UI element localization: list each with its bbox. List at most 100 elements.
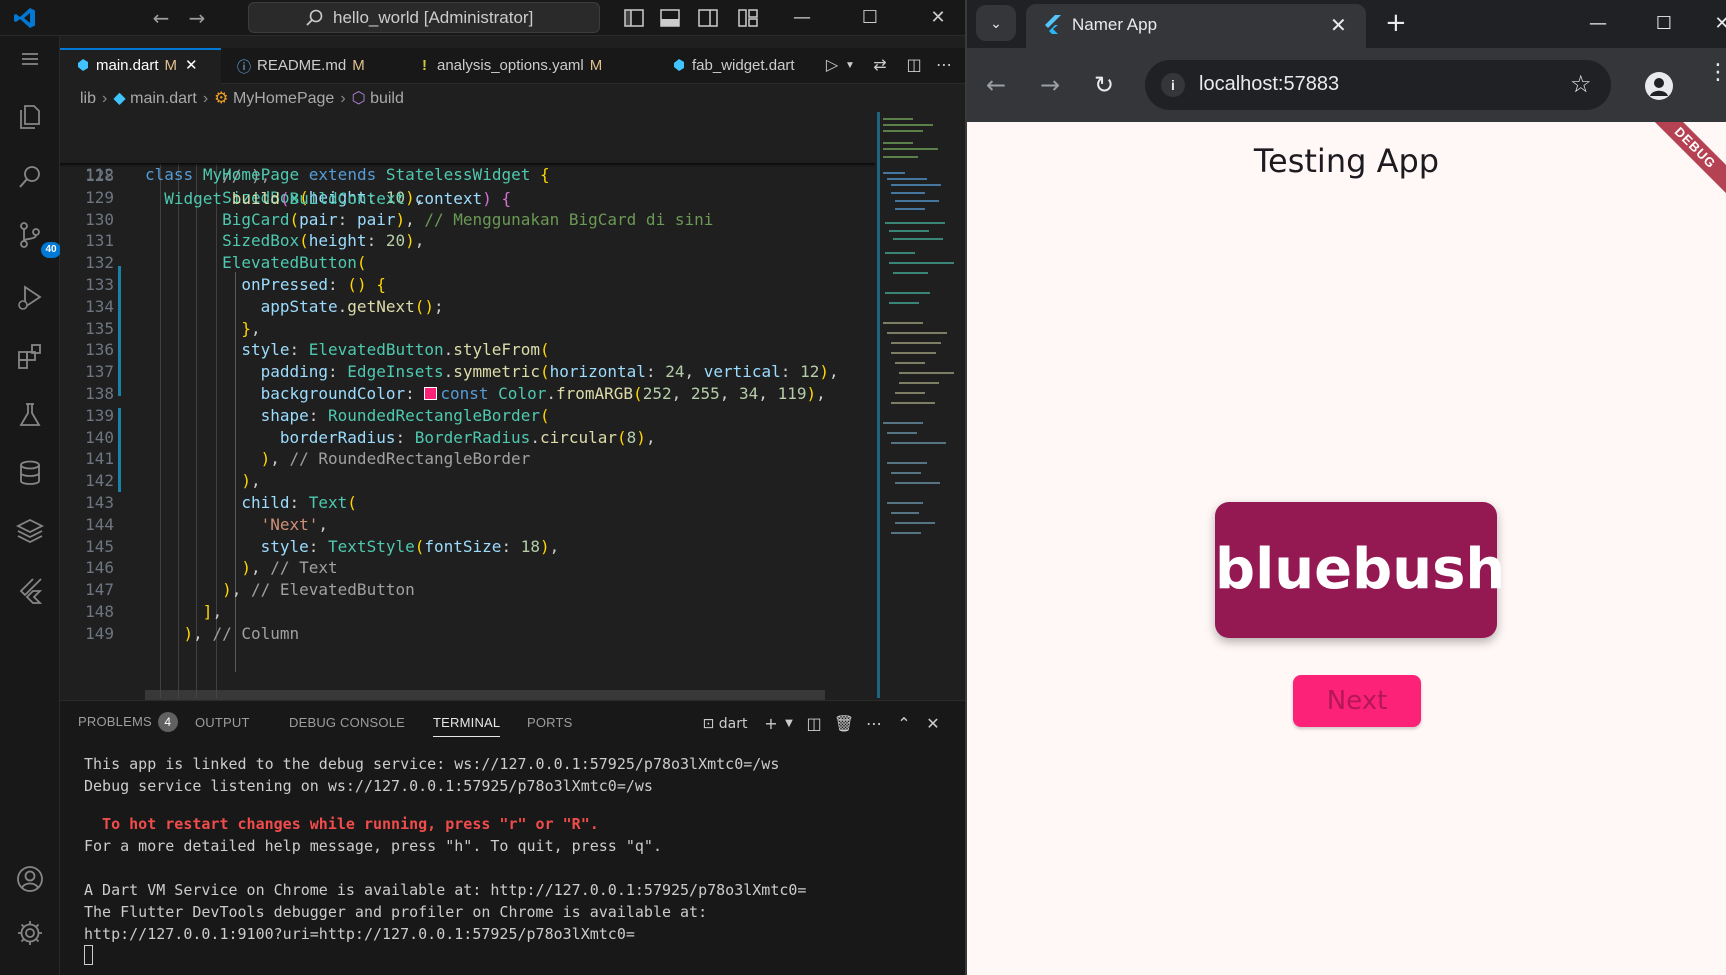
split-editor-icon[interactable]: ◫ (904, 56, 924, 76)
code-line[interactable]: 136 style: ElevatedButton.styleFrom( (60, 338, 875, 362)
chevron-down-icon[interactable]: ▼ (778, 713, 800, 735)
code-text: style: ElevatedButton.styleFrom( (241, 340, 550, 360)
yaml-file-icon: ! (422, 57, 427, 74)
code-line[interactable]: 137 padding: EdgeInsets.symmetric(horizo… (60, 360, 875, 384)
trash-icon[interactable]: 🗑 (833, 713, 855, 735)
panel-tab-debug-console[interactable]: DEBUG CONSOLE (289, 715, 405, 730)
database-icon[interactable] (13, 456, 47, 490)
sticky-line[interactable]: 110 class MyHomePage extends StatelessWi… (60, 115, 875, 184)
tab-close-icon[interactable]: ✕ (1330, 13, 1347, 37)
code-line[interactable]: 146 ), // Text (60, 556, 875, 580)
tab-readme[interactable]: ⓘ README.md M (221, 48, 406, 84)
back-arrow-icon[interactable]: ← (980, 69, 1012, 101)
more-actions-icon[interactable]: ⋯ (863, 713, 885, 735)
tab-main-dart[interactable]: main.dart M ✕ (60, 48, 221, 84)
tab-search-chevron-icon[interactable]: ⌄ (976, 5, 1016, 41)
color-swatch-icon[interactable] (424, 387, 438, 400)
chevron-down-icon[interactable]: ▼ (840, 56, 860, 76)
code-line[interactable]: 142 ), (60, 469, 875, 493)
next-button[interactable]: Next (1293, 675, 1421, 727)
dart-file-icon (78, 59, 88, 71)
toggle-panel-icon[interactable] (659, 7, 681, 29)
tab-analysis-options[interactable]: ! analysis_options.yaml M (406, 48, 642, 84)
breadcrumb-folder[interactable]: lib (80, 90, 96, 107)
tab-close-icon[interactable]: ✕ (185, 57, 198, 74)
profile-avatar-icon[interactable] (1645, 72, 1673, 100)
bookmark-star-icon[interactable]: ☆ (1570, 70, 1592, 98)
code-line[interactable]: 134 appState.getNext(); (60, 295, 875, 319)
code-line[interactable]: 131 SizedBox(height: 20), (60, 229, 875, 253)
code-line[interactable]: 132 ElevatedButton( (60, 251, 875, 275)
more-actions-icon[interactable]: ⋯ (934, 56, 954, 76)
info-icon: ⓘ (237, 60, 251, 76)
maximize-panel-icon[interactable]: ⌃ (893, 713, 915, 735)
code-text: borderRadius: BorderRadius.circular(8), (279, 427, 656, 447)
forward-arrow-icon[interactable]: → (184, 6, 210, 30)
tab-fab-widget[interactable]: fab_widget.dart (656, 48, 826, 84)
run-debug-dropdown-icon[interactable]: ▷ (822, 56, 842, 76)
panel-tab-ports[interactable]: PORTS (527, 715, 573, 730)
code-line[interactable]: 147 ), // ElevatedButton (60, 578, 875, 602)
close-panel-icon[interactable]: ✕ (922, 713, 944, 735)
browser-tab[interactable]: Namer App ✕ (1026, 4, 1366, 48)
panel-tab-label: DEBUG CONSOLE (289, 715, 406, 730)
search-icon[interactable] (13, 160, 47, 194)
code-editor[interactable]: 128 // ),129 SizedBox(height: 10),130 Bi… (60, 112, 875, 698)
code-line[interactable]: 133 onPressed: () { (60, 273, 875, 297)
code-line[interactable]: 149 ), // Column (60, 622, 875, 646)
settings-gear-icon[interactable] (13, 916, 47, 950)
accounts-icon[interactable] (13, 862, 47, 896)
command-center[interactable]: hello_world [Administrator] (248, 2, 600, 33)
source-control-icon[interactable]: 40 (13, 218, 61, 258)
new-tab-plus-icon[interactable]: + (1385, 8, 1407, 38)
code-line[interactable]: 143 child: Text( (60, 491, 875, 515)
split-terminal-icon[interactable]: ◫ (803, 713, 825, 735)
chrome-menu-icon[interactable]: ⋮ (1707, 62, 1726, 84)
minimize-icon[interactable]: — (779, 0, 825, 36)
minimize-icon[interactable]: — (1574, 6, 1622, 42)
code-line[interactable]: 140 borderRadius: BorderRadius.circular(… (60, 426, 875, 450)
address-url: localhost:57883 (1199, 73, 1340, 95)
forward-arrow-icon[interactable]: → (1034, 69, 1066, 101)
site-info-icon[interactable]: i (1161, 73, 1185, 97)
minimap[interactable] (875, 112, 965, 698)
code-line[interactable]: 141 ), // RoundedRectangleBorder (60, 447, 875, 471)
toggle-primary-sidebar-icon[interactable] (623, 7, 645, 29)
maximize-icon[interactable]: ☐ (1640, 6, 1688, 42)
layers-icon[interactable] (13, 514, 47, 548)
code-text: }, (241, 318, 261, 338)
menu-icon[interactable] (13, 42, 47, 76)
code-line[interactable]: 135 }, (60, 317, 875, 341)
close-icon[interactable]: ✕ (915, 0, 961, 36)
maximize-icon[interactable]: ☐ (847, 0, 893, 36)
close-icon[interactable]: ✕ (1698, 6, 1726, 42)
code-line[interactable]: 138 backgroundColor: const Color.fromARG… (60, 382, 875, 406)
breadcrumb-method[interactable]: build (370, 90, 404, 107)
run-debug-icon[interactable] (13, 280, 47, 314)
line-number: 148 (85, 602, 114, 621)
code-line[interactable]: 144 'Next', (60, 513, 875, 537)
sticky-line[interactable]: 112 Widget build(BuildContext context) { (60, 139, 875, 208)
reload-icon[interactable]: ↻ (1088, 69, 1120, 101)
explorer-icon[interactable] (13, 100, 47, 134)
panel-tab-problems[interactable]: PROBLEMS 4 (78, 712, 178, 732)
horizontal-scrollbar[interactable] (145, 690, 825, 700)
extensions-icon[interactable] (13, 340, 47, 374)
code-line[interactable]: 148 ], (60, 600, 875, 624)
customize-layout-icon[interactable] (737, 7, 759, 29)
testing-icon[interactable] (13, 398, 47, 432)
address-bar[interactable]: i localhost:57883 ☆ (1145, 60, 1611, 110)
terminal-output[interactable]: This app is linked to the debug service:… (84, 753, 806, 967)
back-arrow-icon[interactable]: ← (148, 6, 174, 30)
code-line[interactable]: 139 shape: RoundedRectangleBorder( (60, 404, 875, 428)
breadcrumb-class[interactable]: MyHomePage (233, 90, 334, 107)
compare-changes-icon[interactable]: ⇄ (870, 56, 890, 76)
panel-tab-output[interactable]: OUTPUT (195, 715, 250, 730)
code-line[interactable]: 145 style: TextStyle(fontSize: 18), (60, 535, 875, 559)
code-line[interactable]: 130 BigCard(pair: pair), // Menggunakan … (60, 208, 875, 232)
flutter-icon[interactable] (13, 574, 47, 608)
panel-tab-terminal[interactable]: TERMINAL (433, 715, 501, 737)
toggle-secondary-sidebar-icon[interactable] (697, 7, 719, 29)
terminal-shell-selector[interactable]: ⊡ dart (695, 713, 755, 735)
breadcrumb-file[interactable]: main.dart (130, 90, 197, 107)
